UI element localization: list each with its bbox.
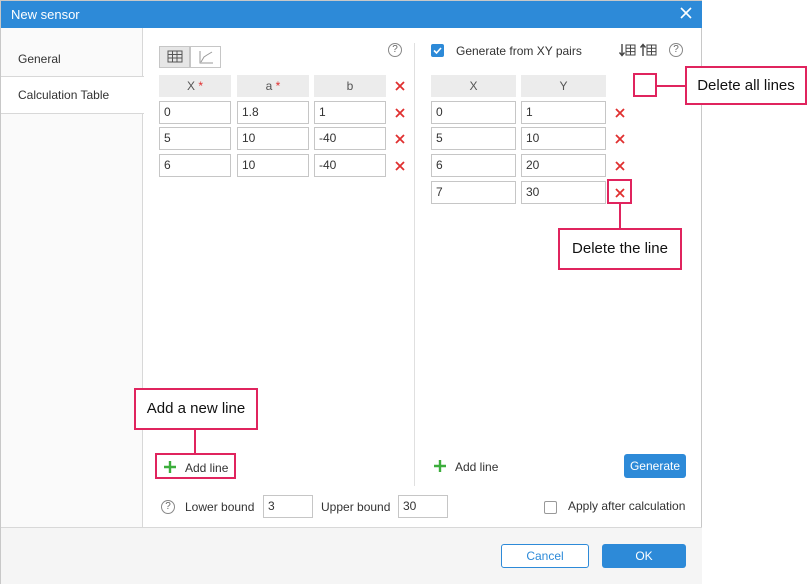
delete-all-callout: Delete all lines xyxy=(685,66,807,105)
delete-line-connector xyxy=(619,204,621,229)
right-header-y: Y xyxy=(521,75,606,97)
bounds-help-icon[interactable]: ? xyxy=(161,500,175,514)
left-cell-b[interactable]: -40 xyxy=(314,127,386,150)
left-cell-b[interactable]: 1 xyxy=(314,101,386,124)
right-cell-x[interactable]: 0 xyxy=(431,101,516,124)
right-cell-x[interactable]: 5 xyxy=(431,127,516,150)
right-cell-y[interactable]: 30 xyxy=(521,181,606,204)
right-cell-y[interactable]: 20 xyxy=(521,154,606,177)
delete-all-highlight xyxy=(633,73,657,97)
generate-checkbox-label: Generate from XY pairs xyxy=(456,44,582,58)
apply-after-label: Apply after calculation xyxy=(568,499,686,513)
delete-all-connector xyxy=(657,85,686,87)
left-cell-x[interactable]: 0 xyxy=(159,101,231,124)
right-cell-x[interactable]: 7 xyxy=(431,181,516,204)
sort-ascending-icon[interactable] xyxy=(639,42,657,58)
right-cell-y[interactable]: 1 xyxy=(521,101,606,124)
chart-view-button[interactable] xyxy=(190,46,221,68)
left-cell-a[interactable]: 1.8 xyxy=(237,101,309,124)
delete-line-icon[interactable] xyxy=(394,133,406,145)
delete-line-highlight xyxy=(607,179,632,204)
delete-line-icon[interactable] xyxy=(394,160,406,172)
right-add-line-label: Add line xyxy=(455,460,499,474)
upper-bound-label: Upper bound xyxy=(321,500,391,514)
table-view-button[interactable] xyxy=(159,46,190,68)
delete-line-icon[interactable] xyxy=(394,107,406,119)
apply-after-checkbox[interactable] xyxy=(544,501,557,514)
right-help-icon[interactable]: ? xyxy=(669,43,683,57)
new-sensor-dialog: New sensor General Calculation Table ? X… xyxy=(0,0,702,584)
upper-bound-input[interactable]: 30 xyxy=(398,495,448,518)
ok-button[interactable]: OK xyxy=(602,544,686,568)
sort-descending-icon[interactable] xyxy=(618,42,636,58)
plus-icon xyxy=(434,460,446,472)
right-add-line-button[interactable]: Add line xyxy=(433,457,505,477)
generate-button[interactable]: Generate xyxy=(624,454,686,478)
right-header-x: X xyxy=(431,75,516,97)
lower-bound-label: Lower bound xyxy=(185,500,255,514)
tab-general-label: General xyxy=(18,52,61,66)
sidebar: General Calculation Table xyxy=(1,28,144,527)
left-cell-x[interactable]: 5 xyxy=(159,127,231,150)
close-icon[interactable] xyxy=(678,5,694,21)
add-line-callout: Add a new line xyxy=(134,388,258,430)
panel-divider xyxy=(414,43,415,486)
delete-line-icon[interactable] xyxy=(614,107,626,119)
tab-calculation-table-label: Calculation Table xyxy=(18,88,110,102)
left-header-a: a * xyxy=(237,75,309,97)
lower-bound-input[interactable]: 3 xyxy=(263,495,313,518)
add-line-connector xyxy=(194,430,196,454)
dialog-footer xyxy=(1,528,702,584)
delete-line-callout: Delete the line xyxy=(558,228,682,270)
left-cell-b[interactable]: -40 xyxy=(314,154,386,177)
add-line-highlight xyxy=(155,453,236,479)
left-cell-x[interactable]: 6 xyxy=(159,154,231,177)
delete-all-left-icon[interactable] xyxy=(394,80,406,92)
left-header-b: b xyxy=(314,75,386,97)
left-cell-a[interactable]: 10 xyxy=(237,127,309,150)
left-header-x: X * xyxy=(159,75,231,97)
tab-calculation-table[interactable]: Calculation Table xyxy=(1,76,144,114)
dialog-titlebar: New sensor xyxy=(1,1,702,28)
delete-line-icon[interactable] xyxy=(614,133,626,145)
dialog-title: New sensor xyxy=(11,7,80,22)
right-cell-x[interactable]: 6 xyxy=(431,154,516,177)
delete-line-icon[interactable] xyxy=(614,160,626,172)
table-icon xyxy=(167,50,183,63)
left-cell-a[interactable]: 10 xyxy=(237,154,309,177)
tab-general[interactable]: General xyxy=(1,41,143,79)
cancel-button[interactable]: Cancel xyxy=(501,544,589,568)
chart-icon xyxy=(199,51,213,64)
left-help-icon[interactable]: ? xyxy=(388,43,402,57)
generate-checkbox[interactable] xyxy=(431,44,444,57)
right-cell-y[interactable]: 10 xyxy=(521,127,606,150)
